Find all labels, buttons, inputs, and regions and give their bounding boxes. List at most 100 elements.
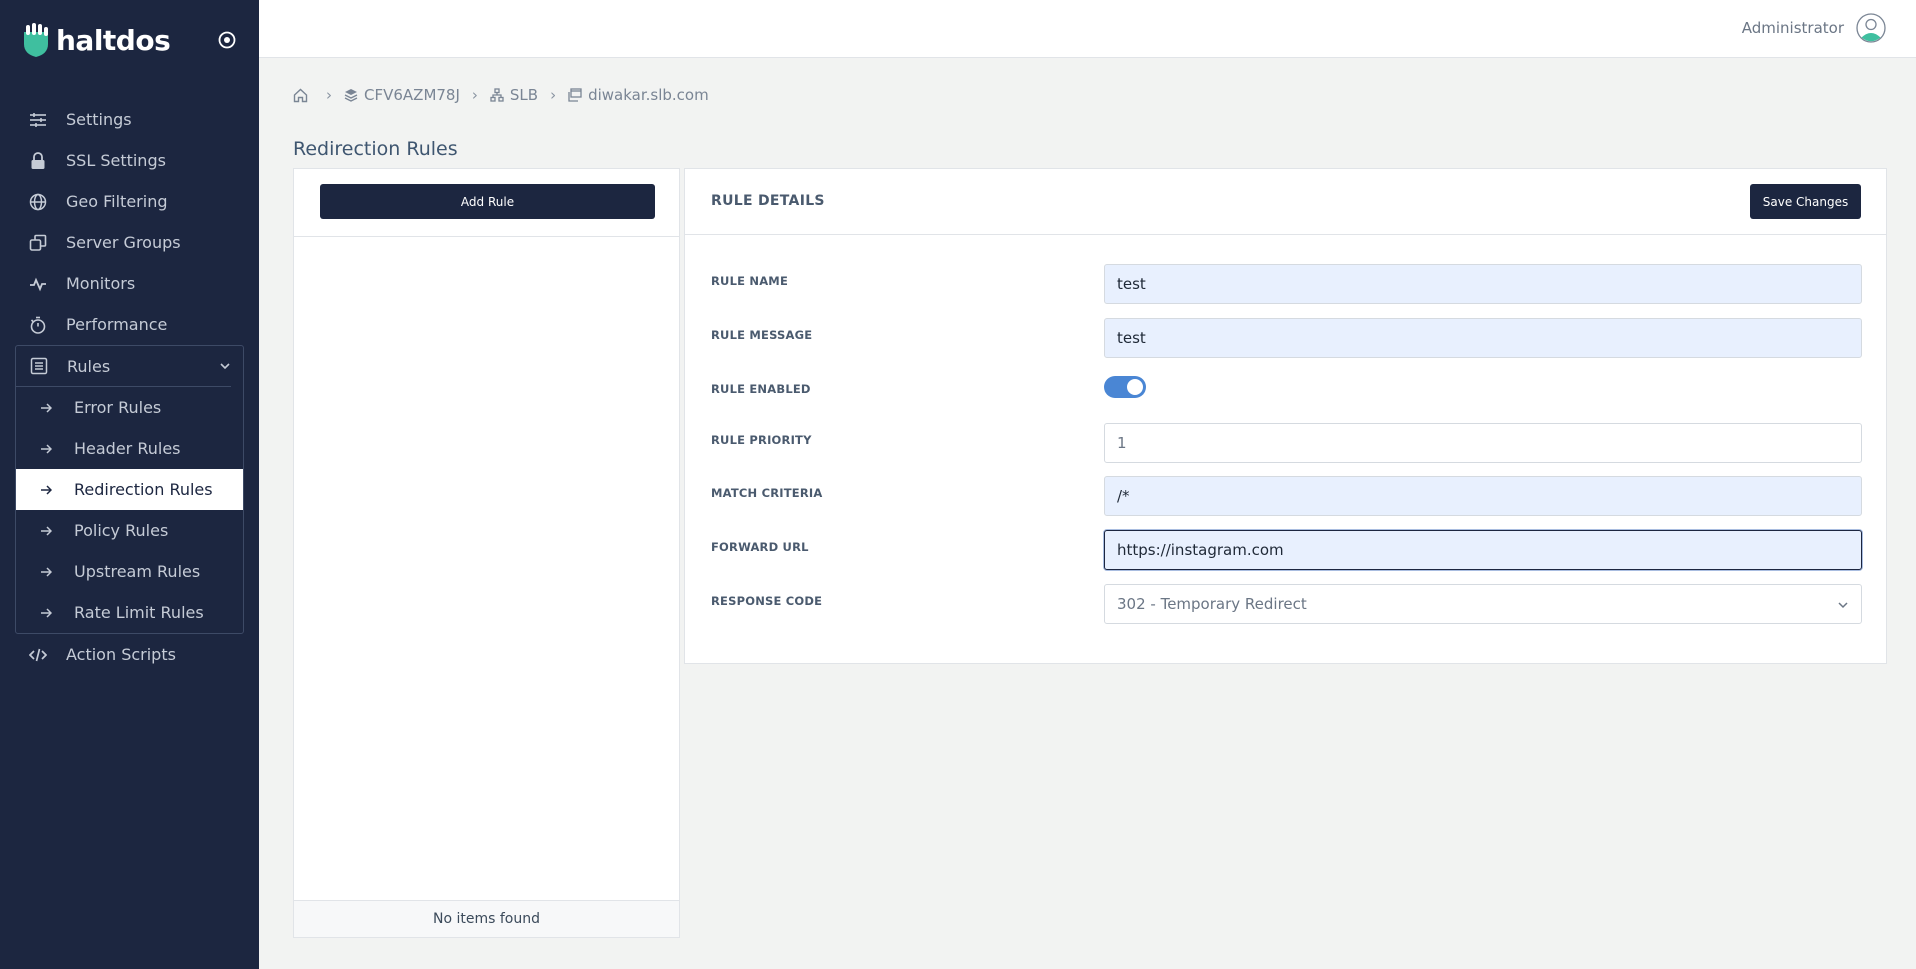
top-bar: Administrator <box>259 0 1916 58</box>
response-code-row: RESPONSE CODE 302 - Temporary Redirect <box>711 584 1863 624</box>
empty-state: No items found <box>294 900 679 937</box>
match-criteria-input[interactable]: /* <box>1104 476 1862 516</box>
home-icon <box>293 88 308 102</box>
page-title: Redirection Rules <box>293 138 458 160</box>
arrow-right-icon <box>40 442 54 456</box>
rule-name-row: RULE NAME test <box>711 264 1863 304</box>
sidebar: haltdos Settings SSL Settings Geo Filter… <box>0 0 259 969</box>
sidebar-item-label: SSL Settings <box>66 151 166 170</box>
breadcrumb-node[interactable]: CFV6AZM78J <box>344 86 460 104</box>
rules-list-header: Add Rule <box>294 169 679 237</box>
arrow-right-icon <box>40 524 54 538</box>
sidebar-item-upstream-rules[interactable]: Upstream Rules <box>16 551 243 592</box>
chevron-down-icon <box>1838 602 1848 609</box>
rule-priority-row: RULE PRIORITY 1 <box>711 423 1863 463</box>
rules-group: Rules Error Rules Header Rules Redirecti… <box>15 345 244 634</box>
rule-name-label: RULE NAME <box>711 274 789 288</box>
user-name: Administrator <box>1741 19 1844 37</box>
window-icon <box>568 88 582 102</box>
sidebar-item-redirection-rules[interactable]: Redirection Rules <box>16 469 243 510</box>
sidebar-item-label: Policy Rules <box>74 521 169 540</box>
sidebar-item-rules[interactable]: Rules <box>16 346 231 387</box>
rule-enabled-toggle[interactable] <box>1104 376 1146 398</box>
breadcrumb-separator: › <box>550 86 557 104</box>
rule-enabled-label: RULE ENABLED <box>711 382 811 396</box>
list-icon <box>29 356 49 376</box>
sidebar-item-label: Performance <box>66 315 168 334</box>
arrow-right-icon <box>40 401 54 415</box>
response-code-label: RESPONSE CODE <box>711 594 823 608</box>
rule-enabled-row: RULE ENABLED <box>711 372 1863 412</box>
globe-icon <box>28 192 48 212</box>
haltdos-logo-icon <box>24 23 48 57</box>
rule-name-input[interactable]: test <box>1104 264 1862 304</box>
breadcrumb-separator: › <box>471 86 478 104</box>
sidebar-item-label: Rate Limit Rules <box>74 603 204 622</box>
sliders-icon <box>28 110 48 130</box>
rule-details-title: RULE DETAILS <box>711 193 825 209</box>
forward-url-input[interactable]: https://instagram.com <box>1104 530 1862 570</box>
copy-icon <box>28 233 48 253</box>
user-avatar-icon <box>1856 13 1886 43</box>
rule-message-row: RULE MESSAGE test <box>711 318 1863 358</box>
sidebar-item-header-rules[interactable]: Header Rules <box>16 428 243 469</box>
stopwatch-icon <box>28 315 48 335</box>
rule-priority-label: RULE PRIORITY <box>711 433 812 447</box>
forward-url-row: FORWARD URL https://instagram.com <box>711 530 1863 570</box>
save-changes-button[interactable]: Save Changes <box>1750 184 1861 219</box>
layers-icon <box>344 89 358 102</box>
sidebar-item-label: Error Rules <box>74 398 162 417</box>
sidebar-item-label: Server Groups <box>66 233 181 252</box>
rule-message-label: RULE MESSAGE <box>711 328 813 342</box>
breadcrumb-home[interactable] <box>293 88 314 103</box>
response-code-select[interactable]: 302 - Temporary Redirect <box>1104 584 1862 624</box>
arrow-right-icon <box>40 606 54 620</box>
rule-details-panel: RULE DETAILS Save Changes RULE NAME test… <box>684 168 1887 664</box>
response-code-value: 302 - Temporary Redirect <box>1117 595 1307 613</box>
sidebar-nav: Settings SSL Settings Geo Filtering Serv… <box>0 99 259 675</box>
breadcrumb-site-label: diwakar.slb.com <box>588 86 709 104</box>
sidebar-item-rate-limit-rules[interactable]: Rate Limit Rules <box>16 592 243 633</box>
sidebar-item-label: Monitors <box>66 274 136 293</box>
lock-icon <box>28 151 48 171</box>
rule-details-header: RULE DETAILS Save Changes <box>685 169 1886 235</box>
breadcrumb: › CFV6AZM78J › SLB › diwakar.slb.com <box>293 86 709 104</box>
rule-priority-input[interactable]: 1 <box>1104 423 1862 463</box>
sidebar-item-settings[interactable]: Settings <box>0 99 259 140</box>
rules-list-panel: Add Rule No items found <box>293 168 680 938</box>
rule-message-input[interactable]: test <box>1104 318 1862 358</box>
breadcrumb-node-label: CFV6AZM78J <box>364 86 460 104</box>
chevron-down-icon <box>220 363 230 370</box>
sidebar-item-label: Header Rules <box>74 439 181 458</box>
sidebar-item-label: Upstream Rules <box>74 562 201 581</box>
breadcrumb-site[interactable]: diwakar.slb.com <box>568 86 709 104</box>
add-rule-button[interactable]: Add Rule <box>320 184 655 219</box>
sidebar-item-label: Geo Filtering <box>66 192 168 211</box>
activity-icon <box>28 274 48 294</box>
sidebar-item-performance[interactable]: Performance <box>0 304 259 345</box>
breadcrumb-group[interactable]: SLB <box>490 86 538 104</box>
forward-url-label: FORWARD URL <box>711 540 809 554</box>
sidebar-item-geo-filtering[interactable]: Geo Filtering <box>0 181 259 222</box>
sidebar-item-monitors[interactable]: Monitors <box>0 263 259 304</box>
sitemap-icon <box>490 88 504 102</box>
breadcrumb-group-label: SLB <box>509 86 539 104</box>
brand-name: haltdos <box>56 23 171 57</box>
code-icon <box>28 645 48 665</box>
arrow-right-icon <box>40 483 54 497</box>
match-criteria-label: MATCH CRITERIA <box>711 486 823 500</box>
sidebar-item-ssl-settings[interactable]: SSL Settings <box>0 140 259 181</box>
sidebar-item-label: Action Scripts <box>66 645 176 664</box>
sidebar-item-label: Rules <box>67 356 111 376</box>
sidebar-toggle-icon[interactable] <box>217 30 237 50</box>
brand-logo[interactable]: haltdos <box>20 22 171 58</box>
sidebar-item-policy-rules[interactable]: Policy Rules <box>16 510 243 551</box>
toggle-knob <box>1126 378 1144 396</box>
match-criteria-row: MATCH CRITERIA /* <box>711 476 1863 516</box>
user-menu[interactable]: Administrator <box>1742 13 1886 43</box>
sidebar-item-error-rules[interactable]: Error Rules <box>16 387 243 428</box>
arrow-right-icon <box>40 565 54 579</box>
sidebar-item-server-groups[interactable]: Server Groups <box>0 222 259 263</box>
sidebar-item-action-scripts[interactable]: Action Scripts <box>0 634 259 675</box>
sidebar-item-label: Settings <box>66 110 132 129</box>
